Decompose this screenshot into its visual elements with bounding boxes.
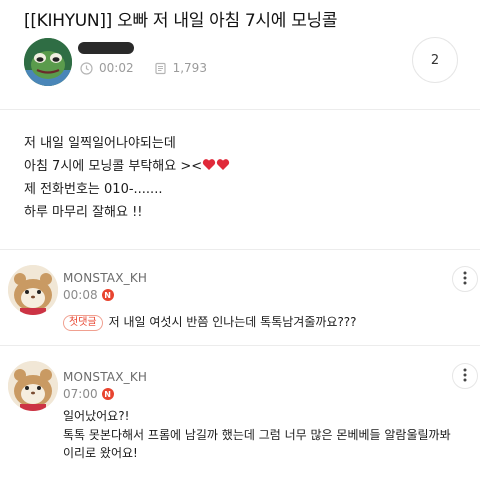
commenter-avatar[interactable] [8,361,58,411]
post-body-line: 제 전화번호는 010-....... [24,182,163,197]
comment-author[interactable]: MONSTAX_KH [63,271,147,285]
post-title: [[KIHYUN]] 오빠 저 내일 아침 7시에 모닝콜 [24,11,338,31]
comment-time-row: 00:08 N [63,288,114,302]
comment-time: 07:00 [63,387,98,401]
clock-icon [80,61,93,75]
new-badge: N [101,289,114,301]
comment-more-button[interactable] [452,363,478,389]
frog-avatar-image [24,38,72,86]
post-elapsed-time: 00:02 [99,61,134,75]
comment-item: MONSTAX_KH 00:08 N 첫댓글 저 내일 여섯시 반쯤 인나는데 톡… [0,250,480,340]
comment-text-content: 저 내일 여섯시 반쯤 인나는데 톡톡남겨줄까요??? [108,315,357,329]
comment-text-line: 일어났어요?! [63,409,130,423]
post-body-line: 저 내일 일찍일어나야되는데 [24,136,176,151]
comment-time-row: 07:00 N [63,387,114,401]
comment-count-button[interactable]: 2 [412,37,458,83]
more-vertical-icon [463,367,467,386]
post-body: 저 내일 일찍일어나야되는데 아침 7시에 모닝콜 부탁해요 >< 제 전화번호… [24,132,230,224]
comment-text-line: 이리로 왔어요! [63,446,138,460]
commenter-avatar[interactable] [8,265,58,315]
comment-text-line: 톡톡 못본다해서 프롬에 남길까 했는데 그럼 너무 많은 몬베베들 알람울릴까… [63,428,451,442]
post-header: [[KIHYUN]] 오빠 저 내일 아침 7시에 모닝콜 00:02 1,79… [0,0,480,110]
post-body-line-text: 아침 7시에 모닝콜 부탁해요 >< [24,159,203,174]
comment-time: 00:08 [63,288,98,302]
author-name-redacted [78,42,134,54]
hamster-avatar-image [8,361,58,411]
comment-count: 2 [430,52,440,68]
more-vertical-icon [463,270,467,289]
comment-author[interactable]: MONSTAX_KH [63,370,147,384]
new-badge: N [101,388,114,400]
author-avatar[interactable] [24,38,72,86]
comment-more-button[interactable] [452,266,478,292]
comment-text: 첫댓글 저 내일 여섯시 반쯤 인나는데 톡톡남겨줄까요??? [63,313,357,331]
document-icon [154,62,167,75]
post-meta: 00:02 1,793 [80,60,207,76]
heart-icon [202,156,216,170]
first-comment-badge: 첫댓글 [63,315,103,331]
post-view-count: 1,793 [172,61,207,75]
heart-icon [216,156,230,170]
hamster-avatar-image [8,265,58,315]
post-body-line: 아침 7시에 모닝콜 부탁해요 >< [24,155,230,178]
post-body-line: 하루 마무리 잘해요 !! [24,205,143,220]
comment-item: MONSTAX_KH 07:00 N 일어났어요?! 톡톡 못본다해서 프롬에 … [0,346,480,480]
